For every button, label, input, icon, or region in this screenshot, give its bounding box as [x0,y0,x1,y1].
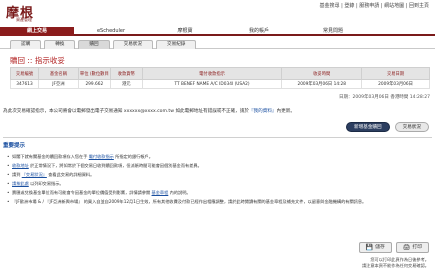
transaction-status-button[interactable]: 交易狀況 [394,122,429,132]
note-text: 請到 [12,172,22,177]
col-received-time: 收妥時間 [281,67,363,80]
page-title: 贖回 :: 指示收妥 [10,56,65,65]
email-notice: 為此次交易確認指示，本公司將會以電郵發出電子交易通知 xxxxxx@xxxx.c… [3,108,432,114]
list-item: 收款地址 於正常情況下，將如常於下個交易日收到贖回款項，但派賬時間可能會因個別基… [7,163,427,169]
main-nav: 網上交易 eScheduler 摩根寶 我的帳戶 常見問題 [0,27,435,36]
notes-list: 如閣下就有關基金的贖回款項存入您在手 電付收款指示 所指定的銀行帳戶。 收款地址… [7,154,427,208]
tab-transaction-history[interactable]: 交易紀錄 [156,40,197,49]
save-button[interactable]: 💾 儲存 [358,242,392,253]
list-item: 如閣下就有關基金的贖回款項存入您在手 電付收款指示 所指定的銀行帳戶。 [7,154,427,160]
note-tail: 查看此交易的詳細資料。 [46,172,95,177]
floppy-disk-icon: 💾 [365,244,374,251]
sub-nav: 認購 轉換 贖回 交易狀況 交易紀錄 [0,40,435,49]
cell-units: 299.662 [77,79,111,89]
cell-received-time: 2009年03月06日 14:28 [281,79,363,89]
notes-title: 重要提示 [3,143,26,149]
table-row: 347613 JF亞洲 299.662 港元 TT BENEF NAME A/C… [10,79,430,89]
top-links[interactable]: 基金搜尋 | 登錄 | 服務申請 | 網站地圖 | 回到主頁 [320,2,429,9]
note-link[interactable]: 電付收款指示 [89,154,114,159]
top-header: 摩根 資產管理 基金搜尋 | 登錄 | 服務申請 | 網站地圖 | 回到主頁 [0,0,435,26]
note-text: 『JF歐洲市場 & / 『JF亞洲新興市場』 的買入自並自2009年12月1日生… [12,199,367,204]
cell-trade-date: 2009年03月06日 [361,79,430,89]
list-item: 『JF歐洲市場 & / 『JF亞洲新興市場』 的買入自並自2009年12月1日生… [7,199,427,205]
printer-icon: 🖨 [402,244,411,251]
my-profile-link[interactable]: 『我的資料』 [249,109,277,114]
email-note-end: 內更新。 [276,109,295,114]
section-divider [3,137,432,138]
list-item: 賣匯或兌換基金單位而有可能會令因基金的單位價值受到影響，詳情請參閱 基金章程 內… [7,190,427,196]
list-item: 請按此處 以列印交易指示。 [7,181,427,187]
nav-my-account[interactable]: 我的帳戶 [222,27,296,36]
action-buttons: 新增基金贖回 交易狀況 [346,122,429,132]
cell-payment-instruction: TT BENEF NAME A/C ID034I (USA2) [141,79,283,89]
col-trade-date: 交易日期 [361,67,430,80]
save-label: 儲存 [375,245,385,250]
col-currency: 收款貨幣 [109,67,143,80]
note-tail: 於正常情況下，將如常於下個交易日收到贖回款項，但派賬時間可能會因個別基金而有差異… [28,163,202,168]
transaction-table: 交易編號 基金名稱 單位 (數位數目 收款貨幣 電付收款指示 收妥時間 交易日期… [10,67,430,89]
note-tail: 內的說明。 [168,190,191,195]
email-note-suffix: 如此電郵地址有錯誤或不正確，請於 [173,109,249,114]
tab-subscribe[interactable]: 認購 [10,40,42,49]
note-tail: 所指定的銀行帳戶。 [113,154,153,159]
table-timestamp: 日期：2009年03月06日 香港時間 14:28:27 [339,95,430,100]
col-units: 單位 (數位數目 [77,67,111,80]
cell-currency: 港元 [109,79,143,89]
email-address: xxxxxx@xxxx.com.tw [123,109,174,114]
tab-switch[interactable]: 轉換 [44,40,76,49]
cell-transaction-id: 347613 [10,79,39,89]
print-label: 打印 [412,245,422,250]
nav-faq[interactable]: 常見問題 [296,27,370,36]
col-payment-instruction: 電付收款指示 [141,67,283,80]
footer-line-2: 請注意本頁不能作為任何交易確認。 [361,263,429,268]
footer-note: 您可以打印此頁作為日後參考。 請注意本頁不能作為任何交易確認。 [362,257,429,269]
nav-morgan-bao[interactable]: 摩根寶 [148,27,222,36]
note-text: 如閣下就有關基金的贖回款項存入您在手 [12,154,89,159]
tab-redeem[interactable]: 贖回 [78,40,110,49]
col-fund-name: 基金名稱 [37,67,79,80]
nav-escheduler[interactable]: eScheduler [74,27,148,36]
col-transaction-id: 交易編號 [10,67,39,80]
logo-subtitle: 資產管理 [16,17,32,22]
print-button[interactable]: 🖨 打印 [395,242,429,253]
bottom-buttons: 💾 儲存 🖨 打印 [358,242,429,253]
note-text: 賣匯或兌換基金單位而有可能會令因基金的單位價值受到影響，詳情請參閱 [12,190,152,195]
tab-transaction-status[interactable]: 交易狀況 [112,40,153,49]
note-link[interactable]: 收款地址 [12,163,29,168]
list-item: 請到 『交易狀況』 查看此交易的詳細資料。 [7,172,427,178]
nav-online-trading[interactable]: 網上交易 [0,27,74,36]
cell-fund-name: JF亞洲 [37,79,79,89]
email-note-prefix: 為此次交易確認指示，本公司將會以電郵發出電子交易通知 [3,109,124,114]
note-tail: 以列印交易指示。 [28,181,64,186]
note-link[interactable]: 基金章程 [152,190,169,195]
note-link[interactable]: 『交易狀況』 [22,172,47,177]
new-redemption-button[interactable]: 新增基金贖回 [346,122,390,132]
note-link[interactable]: 請按此處 [12,181,29,186]
